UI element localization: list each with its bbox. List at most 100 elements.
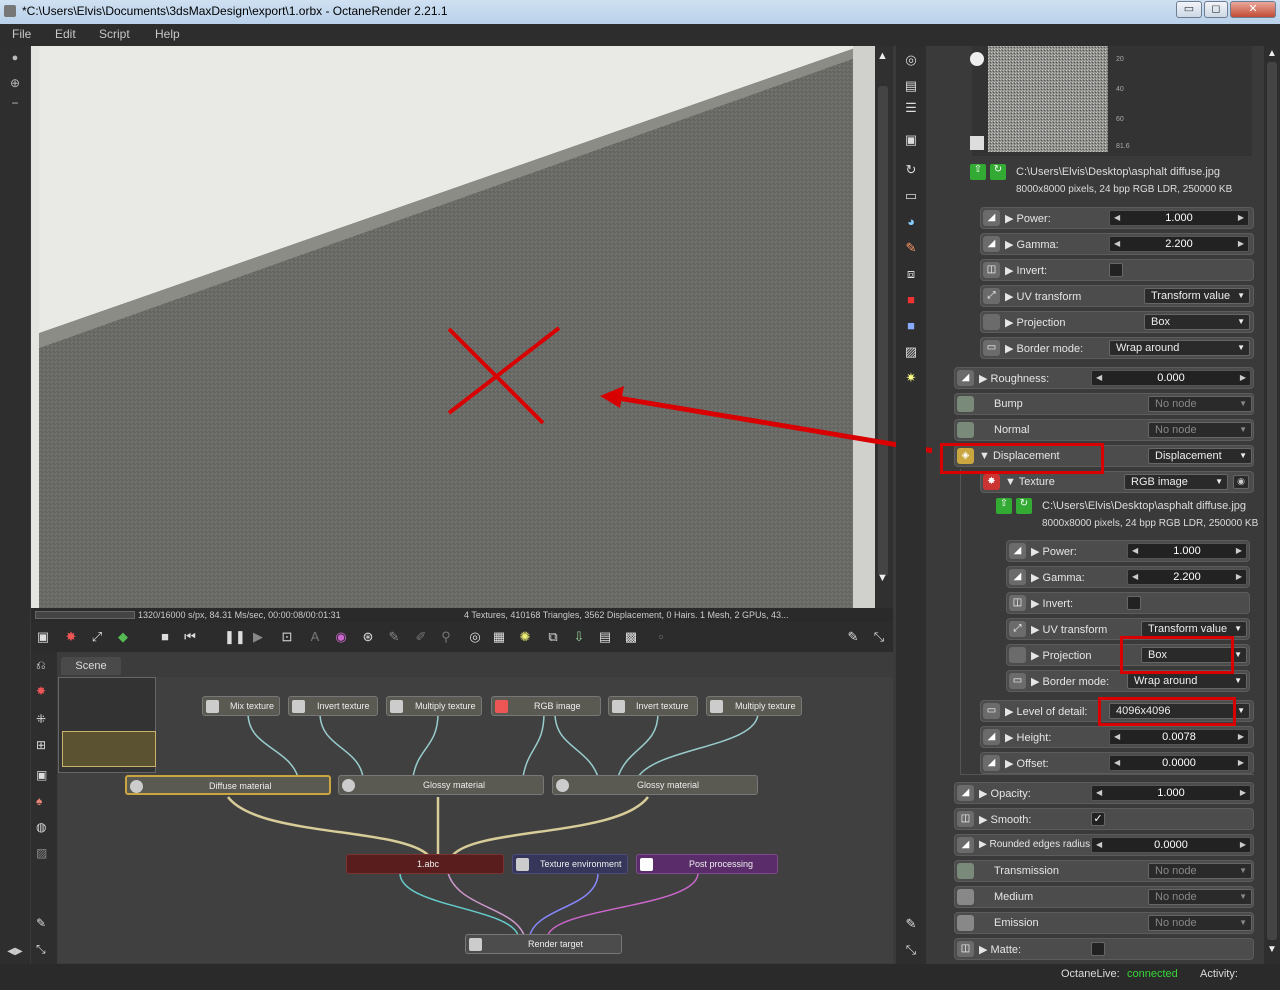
disp-power-input[interactable]: ◀ 1.000 ▶ [1127, 543, 1247, 559]
rotate-icon[interactable]: ↻ [903, 162, 919, 178]
disp-gamma-row[interactable]: ◢ ▶ Gamma: ◀ 2.200 ▶ [1006, 566, 1250, 588]
sphere-icon[interactable]: ◕ [903, 214, 919, 230]
menu-edit[interactable]: Edit [55, 27, 76, 41]
border-mode-row[interactable]: ▭ ▶ Border mode: Wrap around ▼ [980, 337, 1254, 359]
list-icon[interactable]: ☰ [903, 100, 919, 116]
red-cube-icon[interactable]: ■ [903, 292, 919, 308]
expand-icon[interactable]: ⤡ [871, 629, 887, 645]
preview-resize-icon[interactable] [970, 136, 984, 150]
offset-input[interactable]: ◀ 0.0000 ▶ [1109, 755, 1249, 771]
roughness-row[interactable]: ◢ ▶ Roughness: ◀ 0.000 ▶ [954, 367, 1254, 389]
smooth-row[interactable]: ◫ ▶ Smooth: ✓ [954, 808, 1254, 830]
cube-icon[interactable]: ◆ [115, 629, 131, 645]
opacity-input[interactable]: ◀ 1.000 ▶ [1091, 785, 1251, 801]
panel-scroll-thumb[interactable] [1267, 62, 1277, 940]
render-viewport[interactable] [31, 46, 893, 608]
power-row[interactable]: ◢ ▶ Power: ◀ 1.000 ▶ [980, 207, 1254, 229]
roughness-input[interactable]: ◀ 0.000 ▶ [1091, 370, 1251, 386]
load-file-icon[interactable]: ⇧ [970, 164, 986, 180]
save-graph-icon[interactable]: ▣ [36, 768, 47, 782]
material-picker-icon[interactable]: ✐ [413, 629, 429, 645]
disp-power-row[interactable]: ◢ ▶ Power: ◀ 1.000 ▶ [1006, 540, 1250, 562]
height-input[interactable]: ◀ 0.0078 ▶ [1109, 729, 1249, 745]
pin-icon[interactable]: ● [6, 52, 24, 70]
node-texture-environment[interactable]: Texture environment [512, 854, 628, 874]
film-icon[interactable]: ▦ [491, 629, 507, 645]
lock-icon[interactable]: ▫ [653, 629, 669, 645]
layers-icon[interactable]: ▤ [903, 78, 919, 94]
node-invert-texture-1[interactable]: Invert texture [288, 696, 378, 716]
uv-transform-row[interactable]: ⤢ ▶ UV transform Transform value ▼ [980, 285, 1254, 307]
render-settings-icon[interactable]: ◎ [903, 52, 919, 68]
medium-dropdown[interactable]: No node ▼ [1148, 889, 1252, 905]
rounded-input[interactable]: ◀ 0.0000 ▶ [1091, 837, 1251, 853]
graph-expand-icon[interactable]: ⤡ [36, 942, 46, 957]
node-diffuse-material[interactable]: Diffuse material [125, 775, 331, 795]
brush-icon[interactable]: ✎ [903, 240, 919, 256]
monitor-icon[interactable]: ▭ [903, 188, 919, 204]
restart-icon[interactable]: ⏮ [182, 629, 198, 645]
arrows-icon[interactable]: ◀▶ [2, 946, 28, 960]
checker-icon[interactable]: ▩ [623, 629, 639, 645]
smooth-checkbox[interactable]: ✓ [1091, 812, 1105, 826]
collapse-icon[interactable]: − [6, 96, 24, 110]
rounded-edges-row[interactable]: ◢ ▶ Rounded edges radius: ◀ 0.0000 ▶ [954, 834, 1254, 856]
normal-row[interactable]: Normal No node ▼ [954, 419, 1254, 441]
node-invert-texture-2[interactable]: Invert texture [608, 696, 698, 716]
target-icon[interactable]: ✸ [36, 684, 46, 698]
invert-checkbox[interactable] [1109, 263, 1123, 277]
invert-row[interactable]: ◫ ▶ Invert: [980, 259, 1254, 281]
matte-checkbox[interactable] [1091, 942, 1105, 956]
projection-row[interactable]: ▶ Projection Box ▼ [980, 311, 1254, 333]
node-mix-texture[interactable]: Mix texture [202, 696, 280, 716]
bump-dropdown[interactable]: No node ▼ [1148, 396, 1252, 412]
pause-icon[interactable]: ❚❚ [224, 629, 246, 645]
border-dropdown[interactable]: Wrap around ▼ [1109, 340, 1250, 356]
graph-canvas[interactable] [58, 677, 893, 963]
menu-help[interactable]: Help [155, 27, 180, 41]
fit-icon[interactable]: ⤢ [89, 629, 105, 645]
texture-row[interactable]: ✸ ▼ Texture RGB image ▼ ◉ [980, 471, 1254, 493]
save-render-icon[interactable]: ▣ [35, 629, 51, 645]
disp-uv-dropdown[interactable]: Transform value ▼ [1141, 621, 1247, 637]
picker-icon[interactable]: ✎ [386, 629, 402, 645]
reload-icon[interactable]: ↻ [990, 164, 1006, 180]
gamma-row[interactable]: ◢ ▶ Gamma: ◀ 2.200 ▶ [980, 233, 1254, 255]
node-glossy-material-2[interactable]: Glossy material [552, 775, 758, 795]
medium-row[interactable]: Medium No node ▼ [954, 886, 1254, 908]
height-row[interactable]: ◢ ▶ Height: ◀ 0.0078 ▶ [980, 726, 1254, 748]
graph-minimap[interactable] [58, 677, 156, 773]
object-picker-icon[interactable]: ⚲ [438, 629, 454, 645]
fit-graph-icon[interactable]: ⊞ [36, 738, 46, 752]
opacity-row[interactable]: ◢ ▶ Opacity: ◀ 1.000 ▶ [954, 782, 1254, 804]
panel-expand-icon[interactable]: ⤡ [903, 942, 919, 958]
node-multiply-texture-2[interactable]: Multiply texture [706, 696, 802, 716]
copy-icon[interactable]: ⧉ [545, 629, 561, 645]
region-icon[interactable]: ⊡ [279, 629, 295, 645]
minimize-button[interactable]: ▭ [1176, 1, 1202, 18]
scroll-up-icon[interactable]: ▲ [877, 50, 888, 62]
node-rgb-image[interactable]: RGB image [491, 696, 601, 716]
color-icon[interactable]: ◉ [333, 629, 349, 645]
tab-scene[interactable]: Scene [61, 657, 121, 675]
normal-dropdown[interactable]: No node ▼ [1148, 422, 1252, 438]
stop-icon[interactable]: ■ [157, 629, 173, 645]
light-icon[interactable]: ✷ [903, 370, 919, 386]
image-icon[interactable]: ▣ [903, 132, 919, 148]
link-icon[interactable]: ⎌ [36, 658, 46, 673]
play-icon[interactable]: ▶ [250, 629, 266, 645]
picture-icon[interactable]: ▨ [903, 344, 919, 360]
offset-row[interactable]: ◢ ▶ Offset: ◀ 0.0000 ▶ [980, 752, 1254, 774]
close-button[interactable]: ✕ [1230, 1, 1276, 18]
afr-icon[interactable]: A [307, 629, 323, 645]
import-icon[interactable]: ⇩ [571, 629, 587, 645]
panel-scroll-down-icon[interactable]: ▼ [1267, 944, 1277, 955]
texture-dropdown[interactable]: RGB image ▼ [1124, 474, 1228, 490]
bump-row[interactable]: Bump No node ▼ [954, 393, 1254, 415]
projection-dropdown[interactable]: Box ▼ [1144, 314, 1250, 330]
node-render-target[interactable]: Render target [465, 934, 622, 954]
disp-gamma-input[interactable]: ◀ 2.200 ▶ [1127, 569, 1247, 585]
transmission-row[interactable]: Transmission No node ▼ [954, 860, 1254, 882]
gamma-input[interactable]: ◀ 2.200 ▶ [1109, 236, 1249, 252]
grid-icon[interactable]: ⁜ [36, 712, 46, 726]
